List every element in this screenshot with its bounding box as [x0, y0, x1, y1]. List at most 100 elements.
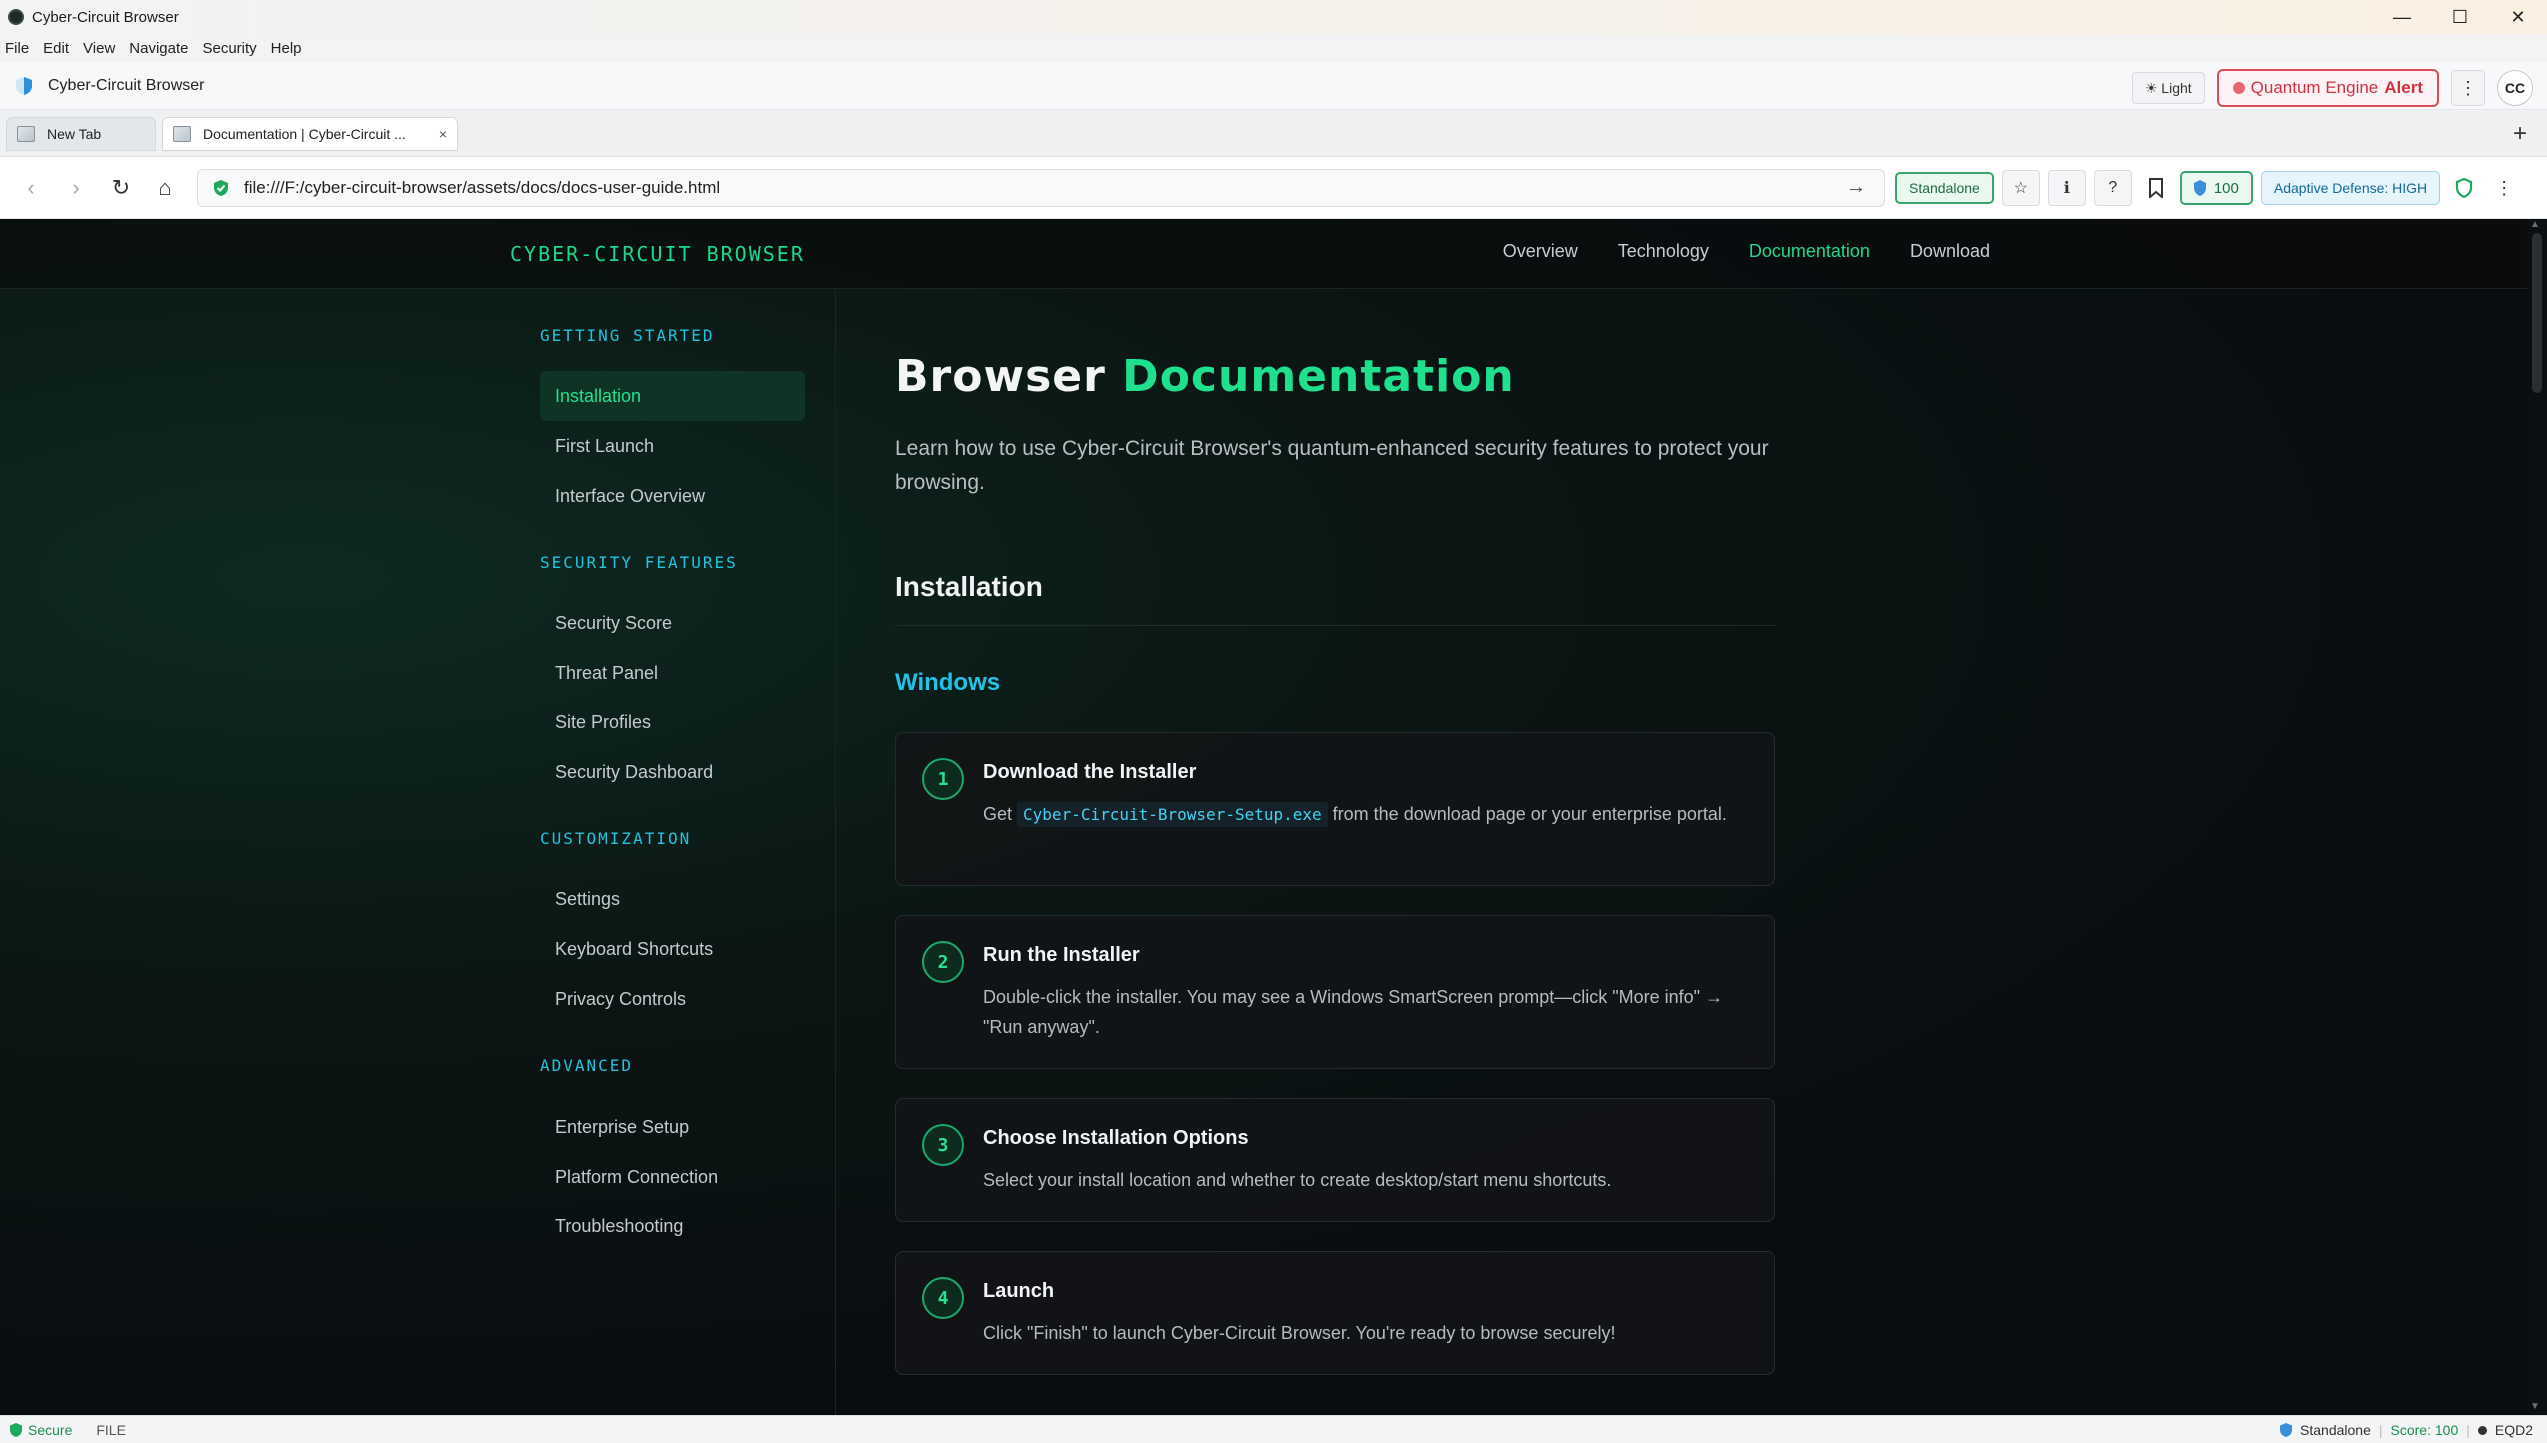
- menu-view[interactable]: View: [78, 40, 124, 57]
- close-tab-icon[interactable]: ×: [439, 126, 447, 142]
- score-value: 100: [2214, 180, 2239, 197]
- scroll-thumb[interactable]: [2532, 233, 2542, 393]
- window-title: Cyber-Circuit Browser: [32, 9, 179, 26]
- step-text: Click "Finish" to launch Cyber-Circuit B…: [983, 1318, 1753, 1348]
- title-main: Browser: [895, 351, 1106, 402]
- installer-filename-code: Cyber-Circuit-Browser-Setup.exe: [1017, 802, 1328, 827]
- menu-navigate[interactable]: Navigate: [124, 40, 197, 57]
- sidebar-item-security-score[interactable]: Security Score: [540, 598, 805, 648]
- back-button[interactable]: ‹: [16, 173, 46, 203]
- status-scheme: FILE: [96, 1422, 126, 1438]
- maximize-button[interactable]: ☐: [2431, 0, 2489, 34]
- menu-edit[interactable]: Edit: [38, 40, 78, 57]
- step-text: Select your install location and whether…: [983, 1165, 1753, 1195]
- quantum-engine-alert-button[interactable]: Quantum Engine Alert: [2217, 69, 2439, 107]
- url-text: file:///F:/cyber-circuit-browser/assets/…: [244, 178, 720, 198]
- subheading-windows: Windows: [895, 669, 1000, 697]
- site-nav: CYBER-CIRCUIT BROWSER Overview Technolog…: [0, 219, 2527, 289]
- section-heading-installation: Installation: [895, 571, 1775, 626]
- step-number: 2: [922, 941, 964, 983]
- info-button[interactable]: ℹ: [2048, 170, 2086, 206]
- window-controls: — ☐ ✕: [2373, 0, 2547, 34]
- step-card: 3 Choose Installation Options Select you…: [895, 1098, 1775, 1222]
- page-icon: [173, 126, 191, 142]
- page-icon: [17, 126, 35, 142]
- home-button[interactable]: ⌂: [150, 173, 180, 203]
- new-tab-plus-icon[interactable]: +: [2513, 120, 2527, 148]
- menu-bar: File Edit View Navigate Security Help: [0, 34, 2547, 62]
- help-button[interactable]: ?: [2094, 170, 2132, 206]
- nav-documentation[interactable]: Documentation: [1749, 241, 1870, 262]
- more-options-button[interactable]: ⋮: [2451, 70, 2485, 106]
- section-getting-started: GETTING STARTED: [540, 326, 715, 345]
- sidebar-item-keyboard-shortcuts[interactable]: Keyboard Shortcuts: [540, 924, 805, 974]
- sidebar-item-privacy-controls[interactable]: Privacy Controls: [540, 974, 805, 1024]
- alert-strong: Alert: [2384, 78, 2423, 98]
- status-score: Score: 100: [2391, 1422, 2459, 1438]
- step-text-post: from the download page or your enterpris…: [1333, 804, 1727, 824]
- sidebar-item-troubleshooting[interactable]: Troubleshooting: [540, 1201, 805, 1251]
- go-arrow-icon[interactable]: →: [1846, 176, 1866, 199]
- section-advanced: ADVANCED: [540, 1056, 633, 1075]
- theme-toggle-button[interactable]: ☀ Light: [2132, 72, 2205, 104]
- sidebar-item-installation[interactable]: Installation: [540, 371, 805, 421]
- engine-dot-icon: [2478, 1426, 2487, 1435]
- section-customization: CUSTOMIZATION: [540, 829, 691, 848]
- shield-check-icon[interactable]: [2448, 170, 2480, 206]
- nav-overview[interactable]: Overview: [1503, 241, 1578, 262]
- os-title-bar: Cyber-Circuit Browser — ☐ ✕: [0, 0, 2547, 34]
- scroll-up-icon[interactable]: ▲: [2530, 219, 2540, 230]
- reload-button[interactable]: ↻: [106, 173, 136, 203]
- docs-sidebar: GETTING STARTED Installation First Launc…: [0, 289, 836, 1415]
- standalone-badge[interactable]: Standalone: [1895, 172, 1994, 204]
- site-brand[interactable]: CYBER-CIRCUIT BROWSER: [510, 242, 805, 266]
- step-title: Launch: [983, 1280, 1054, 1303]
- minimize-button[interactable]: —: [2373, 0, 2431, 34]
- url-field[interactable]: file:///F:/cyber-circuit-browser/assets/…: [197, 169, 1885, 207]
- menu-security[interactable]: Security: [197, 40, 265, 57]
- menu-help[interactable]: Help: [266, 40, 311, 57]
- shield-logo-icon: [14, 76, 34, 96]
- star-bookmark-button[interactable]: ☆: [2002, 170, 2040, 206]
- menu-file[interactable]: File: [0, 40, 38, 57]
- status-engine: EQD2: [2495, 1422, 2533, 1438]
- step-card: 1 Download the Installer Get Cyber-Circu…: [895, 732, 1775, 886]
- avatar[interactable]: CC: [2497, 70, 2533, 106]
- forward-button[interactable]: ›: [61, 173, 91, 203]
- page-title: Browser Documentation: [895, 351, 1515, 402]
- app-icon: [8, 9, 24, 25]
- close-window-button[interactable]: ✕: [2489, 0, 2547, 34]
- bookmark-icon[interactable]: [2140, 170, 2172, 206]
- sidebar-item-first-launch[interactable]: First Launch: [540, 421, 805, 471]
- sidebar-item-threat-panel[interactable]: Threat Panel: [540, 648, 805, 698]
- nav-technology[interactable]: Technology: [1618, 241, 1709, 262]
- step-text-pre: Get: [983, 804, 1012, 824]
- secure-shield-icon: [212, 179, 230, 197]
- sidebar-item-site-profiles[interactable]: Site Profiles: [540, 697, 805, 747]
- step-text: Double-click the installer. You may see …: [983, 982, 1753, 1042]
- title-accent: Documentation: [1122, 351, 1515, 402]
- lead-paragraph: Learn how to use Cyber-Circuit Browser's…: [895, 432, 1775, 500]
- sidebar-item-enterprise-setup[interactable]: Enterprise Setup: [540, 1102, 805, 1152]
- app-title: Cyber-Circuit Browser: [48, 77, 204, 95]
- address-bar: ‹ › ↻ ⌂ file:///F:/cyber-circuit-browser…: [0, 157, 2547, 219]
- tab-strip: New Tab Documentation | Cyber-Circuit ..…: [0, 110, 2547, 157]
- sidebar-item-security-dashboard[interactable]: Security Dashboard: [540, 747, 805, 797]
- page-scrollbar[interactable]: ▲ ▼: [2527, 219, 2547, 1415]
- sidebar-item-settings[interactable]: Settings: [540, 874, 805, 924]
- security-score-badge[interactable]: 100: [2180, 171, 2253, 205]
- sidebar-item-interface-overview[interactable]: Interface Overview: [540, 471, 805, 521]
- tab-new-tab[interactable]: New Tab: [6, 117, 156, 151]
- app-header: Cyber-Circuit Browser ☀ Light Quantum En…: [0, 62, 2547, 110]
- scroll-down-icon[interactable]: ▼: [2530, 1401, 2540, 1412]
- web-page: CYBER-CIRCUIT BROWSER Overview Technolog…: [0, 219, 2527, 1415]
- tab-documentation[interactable]: Documentation | Cyber-Circuit ... ×: [162, 117, 458, 151]
- step-text: Get Cyber-Circuit-Browser-Setup.exe from…: [983, 799, 1753, 830]
- alert-dot-icon: [2233, 82, 2245, 94]
- sidebar-item-platform-connection[interactable]: Platform Connection: [540, 1152, 805, 1202]
- mode-shield-icon: [2280, 1423, 2292, 1437]
- nav-download[interactable]: Download: [1910, 241, 1990, 262]
- browser-menu-button[interactable]: ⋮: [2488, 170, 2520, 206]
- step-title: Download the Installer: [983, 761, 1196, 784]
- adaptive-defense-badge[interactable]: Adaptive Defense: HIGH: [2261, 171, 2440, 205]
